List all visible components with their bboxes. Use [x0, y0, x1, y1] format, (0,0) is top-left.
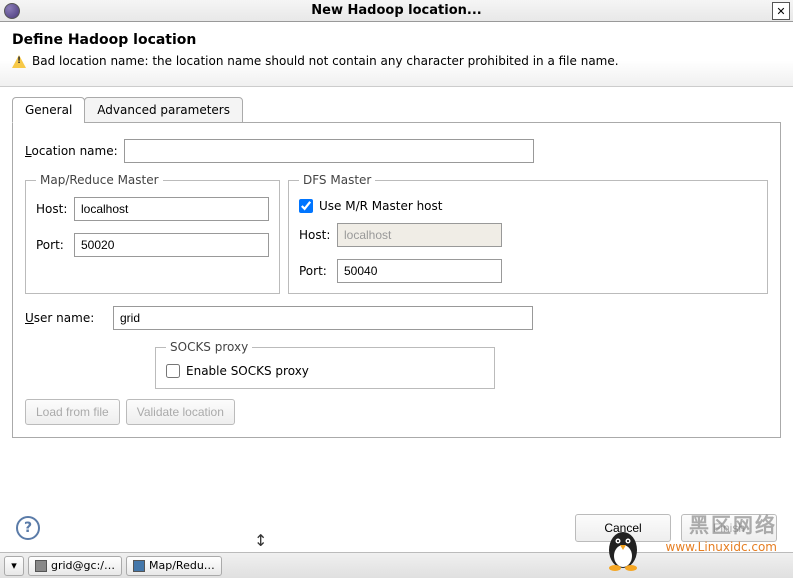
user-name-row: User name: [25, 306, 768, 330]
tab-general[interactable]: General [12, 97, 85, 123]
close-button[interactable]: ✕ [772, 2, 790, 20]
dfs-port-input[interactable] [337, 259, 502, 283]
validate-location-button[interactable]: Validate location [126, 399, 235, 425]
eclipse-icon [133, 560, 145, 572]
taskbar: ▾ grid@gc:/… Map/Redu… [0, 552, 793, 578]
location-name-label: Location name: [25, 144, 118, 158]
finish-button[interactable]: Finish [681, 514, 777, 542]
map-reduce-legend: Map/Reduce Master [36, 173, 163, 187]
taskbar-item-terminal[interactable]: grid@gc:/… [28, 556, 122, 576]
map-reduce-master-group: Map/Reduce Master Host: Port: [25, 173, 280, 294]
app-icon [4, 3, 20, 19]
mr-port-label: Port: [36, 238, 74, 252]
mr-host-input[interactable] [74, 197, 269, 221]
taskbar-item-label: Map/Redu… [149, 559, 215, 572]
help-icon[interactable]: ? [16, 516, 40, 540]
cancel-button[interactable]: Cancel [575, 514, 671, 542]
mr-host-label: Host: [36, 202, 74, 216]
dfs-port-label: Port: [299, 264, 337, 278]
mr-port-input[interactable] [74, 233, 269, 257]
location-name-row: Location name: [25, 139, 768, 163]
page-title: Define Hadoop location [12, 32, 781, 48]
close-icon: ✕ [776, 5, 785, 18]
taskbar-item-label: grid@gc:/… [51, 559, 115, 572]
tab-panel-general: Location name: Map/Reduce Master Host: P… [12, 122, 781, 438]
warning-message: Bad location name: the location name sho… [32, 54, 619, 68]
content-area: General Advanced parameters Location nam… [0, 87, 793, 438]
socks-legend: SOCKS proxy [166, 340, 252, 354]
use-mr-master-checkbox[interactable] [299, 199, 313, 213]
dfs-legend: DFS Master [299, 173, 375, 187]
warning-icon [12, 55, 26, 68]
window-title: New Hadoop location... [311, 3, 481, 18]
enable-socks-label: Enable SOCKS proxy [186, 364, 309, 378]
terminal-icon [35, 560, 47, 572]
dfs-host-input [337, 223, 502, 247]
dialog-header: Define Hadoop location Bad location name… [0, 22, 793, 87]
location-name-input[interactable] [124, 139, 534, 163]
load-from-file-button[interactable]: Load from file [25, 399, 120, 425]
dfs-host-label: Host: [299, 228, 337, 242]
titlebar: New Hadoop location... ✕ [0, 0, 793, 22]
user-name-label: User name: [25, 311, 107, 325]
socks-proxy-group: SOCKS proxy Enable SOCKS proxy [155, 340, 495, 389]
taskbar-item-mapreduce[interactable]: Map/Redu… [126, 556, 222, 576]
minimize-all-button[interactable]: ▾ [4, 556, 24, 576]
use-mr-master-label: Use M/R Master host [319, 199, 442, 213]
user-name-input[interactable] [113, 306, 533, 330]
dialog-footer: ? Cancel Finish [0, 506, 793, 550]
minimize-icon: ▾ [11, 559, 17, 572]
dfs-master-group: DFS Master Use M/R Master host Host: Por… [288, 173, 768, 294]
enable-socks-checkbox[interactable] [166, 364, 180, 378]
tab-row: General Advanced parameters [12, 97, 781, 123]
resize-handle-icon[interactable]: ↕ [254, 531, 267, 550]
tab-advanced[interactable]: Advanced parameters [84, 97, 243, 123]
